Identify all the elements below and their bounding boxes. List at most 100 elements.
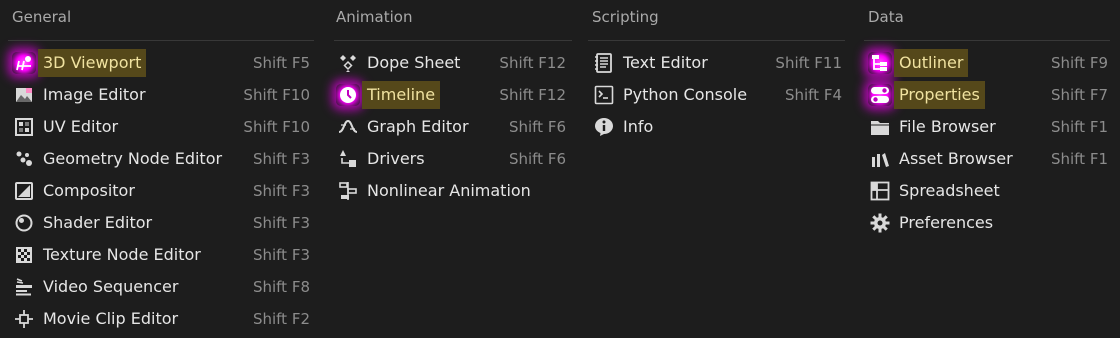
asset-browser-icon: [868, 148, 892, 170]
menu-item-label: Text Editor: [623, 53, 708, 72]
menu-item-video-sequencer[interactable]: Video Sequencer Shift F8: [12, 273, 310, 301]
menu-item-file-browser[interactable]: File Browser Shift F1: [868, 113, 1108, 141]
menu-item-shortcut: Shift F4: [784, 86, 842, 104]
movie-clip-icon: [12, 308, 36, 330]
menu-item-shortcut: Shift F8: [252, 278, 310, 296]
menu-item-shortcut: Shift F10: [243, 86, 310, 104]
menu-item-image-editor[interactable]: Image Editor Shift F10: [12, 81, 310, 109]
dope-sheet-icon: [336, 52, 360, 74]
menu-item-shortcut: Shift F2: [252, 310, 310, 328]
image-editor-icon: [12, 84, 36, 106]
menu-item-shortcut: Shift F3: [252, 182, 310, 200]
menu-item-label: Graph Editor: [367, 117, 469, 136]
menu-item-properties[interactable]: Properties Shift F7: [868, 81, 1108, 109]
menu-item-label: Nonlinear Animation: [367, 181, 531, 200]
shader-editor-icon: [12, 212, 36, 234]
column-divider: [8, 40, 314, 41]
menu-item-uv-editor[interactable]: UV Editor Shift F10: [12, 113, 310, 141]
uv-editor-icon: [12, 116, 36, 138]
menu-item-label: Image Editor: [43, 85, 146, 104]
file-browser-icon: [868, 116, 892, 138]
menu-item-geometry-node-editor[interactable]: Geometry Node Editor Shift F3: [12, 145, 310, 173]
menu-item-drivers[interactable]: Drivers Shift F6: [336, 145, 566, 173]
menu-item-3d-viewport[interactable]: 3D Viewport Shift F5: [12, 49, 310, 77]
column-header: Scripting: [592, 8, 659, 26]
column-scripting: Scripting Text Editor Shift F11 Python Cons…: [592, 0, 842, 338]
menu-item-label: UV Editor: [43, 117, 119, 136]
menu-item-movie-clip-editor[interactable]: Movie Clip Editor Shift F2: [12, 305, 310, 333]
menu-item-python-console[interactable]: Python Console Shift F4: [592, 81, 842, 109]
menu-item-shortcut: Shift F12: [499, 54, 566, 72]
menu-item-label: Timeline: [362, 81, 441, 109]
menu-item-shader-editor[interactable]: Shader Editor Shift F3: [12, 209, 310, 237]
column-data: Data Outliner Shift F9 Properties Shift F7 Fi…: [868, 0, 1108, 338]
text-editor-icon: [592, 52, 616, 74]
menu-item-shortcut: Shift F7: [1050, 86, 1108, 104]
menu-item-timeline[interactable]: Timeline Shift F12: [336, 81, 566, 109]
menu-item-label: Movie Clip Editor: [43, 309, 179, 328]
menu-item-label: Shader Editor: [43, 213, 153, 232]
geometry-nodes-icon: [12, 148, 36, 170]
editor-type-menu: General 3D Viewport Shift F5 Image Editor Sh…: [0, 0, 1120, 338]
menu-item-label: Drivers: [367, 149, 425, 168]
column-animation: Animation Dope Sheet Shift F12 Timeline Shif…: [336, 0, 566, 338]
menu-item-shortcut: Shift F3: [252, 246, 310, 264]
menu-item-shortcut: Shift F5: [252, 54, 310, 72]
menu-item-shortcut: Shift F9: [1050, 54, 1108, 72]
menu-item-label: Video Sequencer: [43, 277, 179, 296]
menu-item-compositor[interactable]: Compositor Shift F3: [12, 177, 310, 205]
info-icon: [592, 116, 616, 138]
video-sequencer-icon: [12, 276, 36, 298]
menu-item-label: Compositor: [43, 181, 135, 200]
menu-item-text-editor[interactable]: Text Editor Shift F11: [592, 49, 842, 77]
menu-item-label: Outliner: [894, 49, 969, 77]
menu-item-label: Info: [623, 117, 654, 136]
menu-item-shortcut: Shift F12: [499, 86, 566, 104]
column-divider: [588, 40, 845, 41]
column-header: General: [12, 8, 72, 26]
menu-item-texture-node-editor[interactable]: Texture Node Editor Shift F3: [12, 241, 310, 269]
column-divider: [864, 40, 1110, 41]
outliner-icon: [868, 52, 892, 74]
menu-item-label: Dope Sheet: [367, 53, 461, 72]
menu-item-label: Spreadsheet: [899, 181, 1000, 200]
menu-item-spreadsheet[interactable]: Spreadsheet: [868, 177, 1108, 205]
menu-item-label: Preferences: [899, 213, 994, 232]
menu-item-asset-browser[interactable]: Asset Browser Shift F1: [868, 145, 1108, 173]
timeline-icon: [336, 84, 360, 106]
graph-editor-icon: [336, 116, 360, 138]
column-header: Data: [868, 8, 904, 26]
menu-item-shortcut: Shift F6: [508, 118, 566, 136]
menu-item-shortcut: Shift F3: [252, 150, 310, 168]
menu-item-nonlinear-animation[interactable]: Nonlinear Animation: [336, 177, 566, 205]
column-header: Animation: [336, 8, 413, 26]
menu-item-label: File Browser: [899, 117, 996, 136]
python-console-icon: [592, 84, 616, 106]
3d-viewport-icon: [12, 52, 36, 74]
menu-item-label: Geometry Node Editor: [43, 149, 223, 168]
menu-item-label: 3D Viewport: [38, 49, 147, 77]
drivers-icon: [336, 148, 360, 170]
menu-item-label: Python Console: [623, 85, 748, 104]
menu-item-shortcut: Shift F1: [1050, 118, 1108, 136]
menu-item-graph-editor[interactable]: Graph Editor Shift F6: [336, 113, 566, 141]
menu-item-preferences[interactable]: Preferences: [868, 209, 1108, 237]
compositor-icon: [12, 180, 36, 202]
nonlinear-animation-icon: [336, 180, 360, 202]
menu-item-shortcut: Shift F3: [252, 214, 310, 232]
menu-item-label: Texture Node Editor: [43, 245, 201, 264]
gear-icon: [868, 212, 892, 234]
menu-item-label: Properties: [894, 81, 985, 109]
menu-item-outliner[interactable]: Outliner Shift F9: [868, 49, 1108, 77]
menu-item-shortcut: Shift F11: [775, 54, 842, 72]
menu-item-info[interactable]: Info: [592, 113, 842, 141]
menu-item-dope-sheet[interactable]: Dope Sheet Shift F12: [336, 49, 566, 77]
menu-item-label: Asset Browser: [899, 149, 1013, 168]
column-general: General 3D Viewport Shift F5 Image Editor Sh…: [12, 0, 310, 338]
menu-item-shortcut: Shift F1: [1050, 150, 1108, 168]
column-divider: [334, 40, 572, 41]
texture-node-icon: [12, 244, 36, 266]
spreadsheet-icon: [868, 180, 892, 202]
menu-item-shortcut: Shift F6: [508, 150, 566, 168]
properties-icon: [868, 84, 892, 106]
